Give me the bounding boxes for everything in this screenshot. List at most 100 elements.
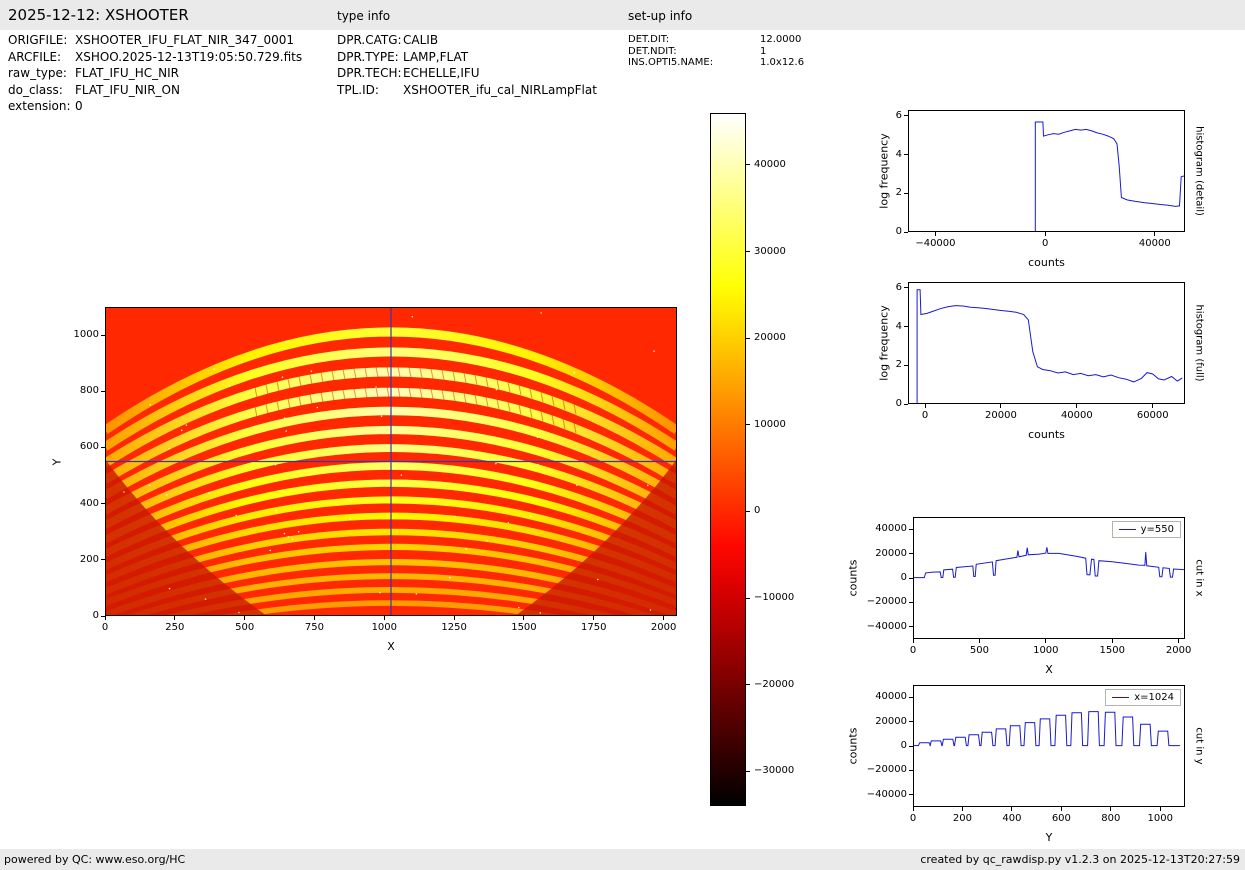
x-tick-mark xyxy=(1061,807,1062,811)
info-value: LAMP,FLAT xyxy=(403,49,468,66)
colorbar-tick-mark xyxy=(746,684,750,685)
x-tick-mark xyxy=(105,616,106,620)
info-label: DPR.TYPE: xyxy=(337,49,403,66)
colorbar-tick-label: 0 xyxy=(754,505,814,516)
y-tick-label: 400 xyxy=(39,498,99,509)
y-tick-label: 0 xyxy=(842,398,902,409)
x-tick-mark xyxy=(1045,232,1046,236)
y-axis-label: log frequency xyxy=(878,133,891,208)
page-title: 2025-12-12: XSHOOTER xyxy=(8,6,189,24)
info-value: 1 xyxy=(760,46,766,58)
y-tick-mark xyxy=(904,404,908,405)
colorbar-tick-label: 10000 xyxy=(754,419,814,430)
x-tick-label: 0 xyxy=(75,622,135,633)
x-tick-mark xyxy=(913,807,914,811)
y-tick-label: 4 xyxy=(842,321,902,332)
x-tick-mark xyxy=(1011,807,1012,811)
y-tick-label: 800 xyxy=(39,385,99,396)
histogram-full-plot: 02000040000600000246countslog frequencyh… xyxy=(908,282,1185,404)
info-label: ORIGFILE: xyxy=(8,32,75,49)
info-label: extension: xyxy=(8,98,75,115)
info-row: DPR.TECH:ECHELLE,IFU xyxy=(337,65,597,82)
cut-in-x-plot: 0500100015002000−40000−2000002000040000X… xyxy=(913,517,1185,639)
y-tick-label: −20000 xyxy=(847,596,907,607)
info-row: DET.NDIT:1 xyxy=(628,46,804,58)
info-value: FLAT_IFU_NIR_ON xyxy=(75,82,180,99)
x-tick-mark xyxy=(1160,807,1161,811)
x-tick-label: 20000 xyxy=(971,410,1031,421)
histogram-detail-plot: −400000400000246countslog frequencyhisto… xyxy=(908,110,1185,232)
x-tick-mark xyxy=(314,616,315,620)
legend: x=1024 xyxy=(1105,689,1181,706)
side-label: histogram (full) xyxy=(1194,304,1205,381)
info-row: TPL.ID:XSHOOTER_ifu_cal_NIRLampFlat xyxy=(337,82,597,99)
colorbar-tick-mark xyxy=(746,251,750,252)
cut-in-y-plot: 02004006008001000−40000−2000002000040000… xyxy=(913,685,1185,807)
y-tick-label: 600 xyxy=(39,441,99,452)
x-axis-label: counts xyxy=(908,256,1185,269)
info-label: DET.DIT: xyxy=(628,34,760,46)
y-tick-label: 6 xyxy=(842,110,902,121)
y-tick-mark xyxy=(909,697,913,698)
y-tick-label: 6 xyxy=(842,282,902,293)
x-tick-label: 1250 xyxy=(424,622,484,633)
y-tick-label: 0 xyxy=(39,610,99,621)
x-tick-mark xyxy=(523,616,524,620)
info-row: DET.DIT:12.0000 xyxy=(628,34,804,46)
info-row: INS.OPTI5.NAME:1.0x12.6 xyxy=(628,57,804,69)
y-tick-mark xyxy=(101,447,105,448)
colorbar: 400003000020000100000−10000−20000−30000 xyxy=(710,113,746,806)
info-value: XSHOO.2025-12-13T19:05:50.729.fits xyxy=(75,49,302,66)
x-axis-label: X xyxy=(105,640,677,653)
x-tick-label: 2000 xyxy=(1149,645,1209,656)
x-tick-label: 500 xyxy=(215,622,275,633)
y-tick-mark xyxy=(909,553,913,554)
y-axis-label: counts xyxy=(847,560,860,597)
info-value: XSHOOTER_ifu_cal_NIRLampFlat xyxy=(403,82,597,99)
x-tick-label: −40000 xyxy=(905,238,965,249)
info-row: do_class:FLAT_IFU_NIR_ON xyxy=(8,82,302,99)
plot-frame xyxy=(908,110,1185,232)
info-row: DPR.CATG:CALIB xyxy=(337,32,597,49)
y-tick-mark xyxy=(909,626,913,627)
y-tick-label: 40000 xyxy=(847,691,907,702)
info-value: CALIB xyxy=(403,32,438,49)
x-tick-mark xyxy=(593,616,594,620)
y-tick-label: 4 xyxy=(842,149,902,160)
x-tick-label: 750 xyxy=(284,622,344,633)
y-tick-mark xyxy=(101,616,105,617)
colorbar-tick-mark xyxy=(746,771,750,772)
y-axis-label: log frequency xyxy=(878,305,891,380)
info-label: ARCFILE: xyxy=(8,49,75,66)
colorbar-gradient xyxy=(710,113,746,806)
x-tick-label: 1000 xyxy=(1016,645,1076,656)
x-tick-label: 40000 xyxy=(1047,410,1107,421)
setup-info-heading: set-up info xyxy=(628,9,692,23)
y-axis-label: counts xyxy=(847,728,860,765)
legend-line-sample xyxy=(1112,697,1129,698)
y-tick-mark xyxy=(904,365,908,366)
y-tick-mark xyxy=(909,746,913,747)
legend: y=550 xyxy=(1112,521,1181,538)
x-tick-label: 2000 xyxy=(634,622,694,633)
x-tick-label: 40000 xyxy=(1125,238,1185,249)
info-value: 0 xyxy=(75,98,83,115)
y-tick-label: 0 xyxy=(842,226,902,237)
qc-report-page: 2025-12-12: XSHOOTER type info set-up in… xyxy=(0,0,1245,870)
y-tick-mark xyxy=(101,503,105,504)
x-tick-label: 1000 xyxy=(1130,813,1190,824)
y-tick-mark xyxy=(909,721,913,722)
colorbar-tick-mark xyxy=(746,338,750,339)
x-tick-label: 1000 xyxy=(354,622,414,633)
y-tick-label: −20000 xyxy=(847,764,907,775)
raw-image-plot: 0250500750100012501500175020000200400600… xyxy=(105,307,677,616)
file-info-block: ORIGFILE:XSHOOTER_IFU_FLAT_NIR_347_0001 … xyxy=(8,32,302,115)
info-label: DET.NDIT: xyxy=(628,46,760,58)
x-tick-mark xyxy=(1000,404,1001,408)
y-tick-mark xyxy=(101,335,105,336)
info-row: ORIGFILE:XSHOOTER_IFU_FLAT_NIR_347_0001 xyxy=(8,32,302,49)
x-tick-mark xyxy=(962,807,963,811)
side-label: histogram (detail) xyxy=(1194,126,1205,216)
y-tick-mark xyxy=(904,287,908,288)
plot-frame xyxy=(908,282,1185,404)
